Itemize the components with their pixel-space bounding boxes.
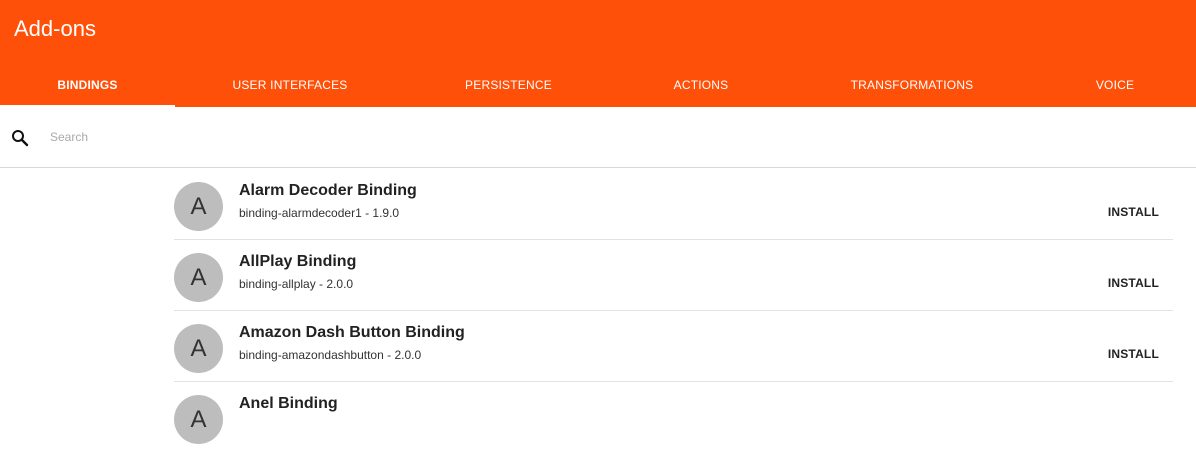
install-button[interactable]: INSTALL [1108,205,1159,219]
tab-bar: BINDINGS USER INTERFACES PERSISTENCE ACT… [0,64,1196,107]
install-button[interactable]: INSTALL [1108,276,1159,290]
search-input[interactable] [50,127,550,147]
addon-subtitle: binding-amazondashbutton - 2.0.0 [239,348,422,362]
avatar: A [174,395,223,444]
tab-actions[interactable]: ACTIONS [612,64,790,107]
list-item: A Alarm Decoder Binding binding-alarmdec… [174,169,1173,240]
addon-title: Anel Binding [239,395,338,412]
tab-bindings[interactable]: BINDINGS [0,64,175,107]
page-title: Add-ons [14,16,96,41]
tab-transformations[interactable]: TRANSFORMATIONS [790,64,1034,107]
list-item: A AllPlay Binding binding-allplay - 2.0.… [174,240,1173,311]
search-icon [11,129,29,147]
addon-title: Alarm Decoder Binding [239,182,417,199]
search-bar [0,107,1196,168]
addon-subtitle: binding-alarmdecoder1 - 1.9.0 [239,206,400,220]
addon-subtitle: binding-allplay - 2.0.0 [239,277,354,291]
avatar: A [174,182,223,231]
tab-voice[interactable]: VOICE [1034,64,1196,107]
tab-persistence[interactable]: PERSISTENCE [405,64,612,107]
list-item: A Anel Binding [174,382,1173,453]
install-button[interactable]: INSTALL [1108,347,1159,361]
tab-user-interfaces[interactable]: USER INTERFACES [175,64,405,107]
addon-title: Amazon Dash Button Binding [239,324,465,341]
avatar: A [174,324,223,373]
avatar: A [174,253,223,302]
app-bar: Add-ons BINDINGS USER INTERFACES PERSIST… [0,0,1196,107]
list-item: A Amazon Dash Button Binding binding-ama… [174,311,1173,382]
addon-title: AllPlay Binding [239,253,357,270]
